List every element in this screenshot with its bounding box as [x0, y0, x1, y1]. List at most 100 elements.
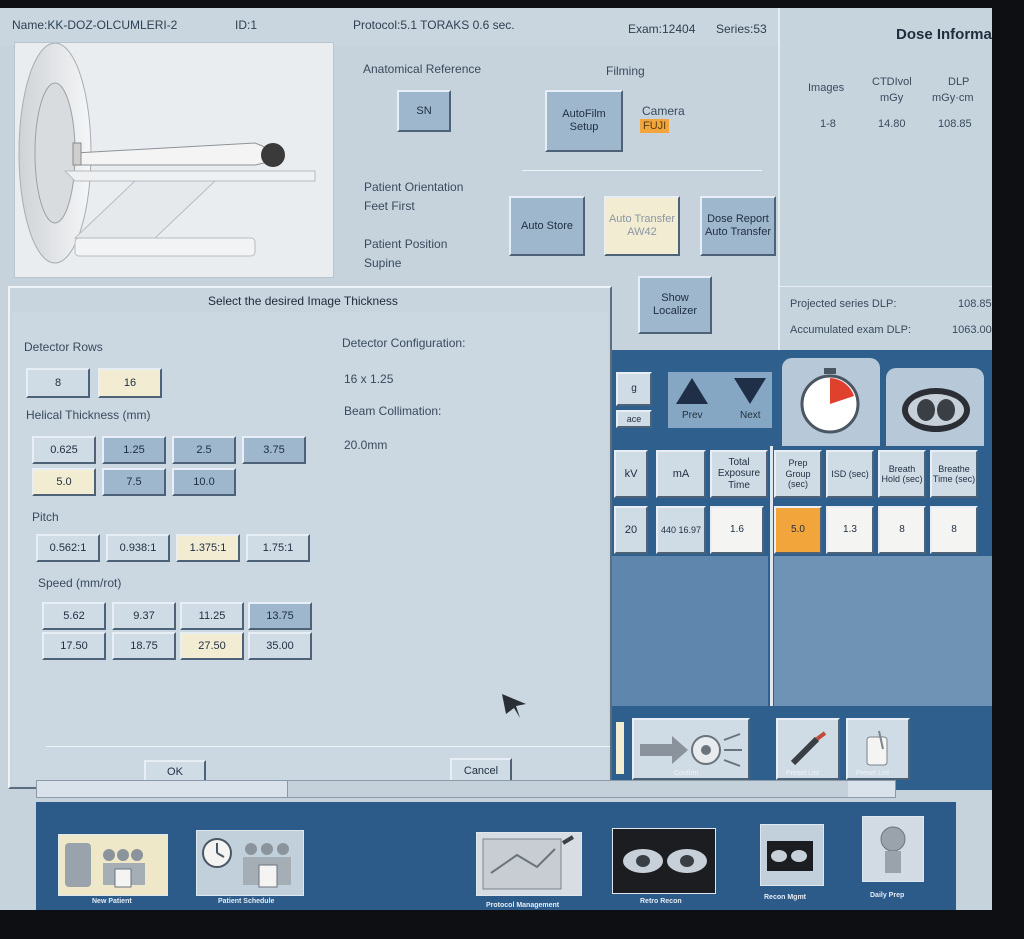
divider	[780, 286, 992, 287]
speed-2750[interactable]: 27.50	[180, 632, 244, 660]
preset-list-button-2[interactable]: Preset List	[846, 718, 910, 780]
horizontal-scrollbar[interactable]	[36, 780, 896, 798]
camera-value[interactable]: FUJI	[640, 119, 670, 133]
projected-series-dlp-value: 108.85	[958, 298, 992, 310]
isd-value[interactable]: 1.3	[826, 506, 874, 554]
dose-col-ctdi-unit: mGy	[880, 92, 904, 104]
anatomical-reference-button[interactable]: SN	[397, 90, 451, 132]
new-patient-icon	[65, 843, 145, 888]
col-ma-header: mA	[656, 450, 706, 498]
confirm-button[interactable]: Confirm	[632, 718, 750, 780]
detector-rows-16[interactable]: 16	[98, 368, 162, 398]
ma-value[interactable]: 440 16.97	[656, 506, 706, 554]
scrollbar-thumb[interactable]	[287, 781, 848, 797]
helical-0625[interactable]: 0.625	[32, 436, 96, 464]
divider	[46, 746, 610, 747]
dose-col-dlp-unit: mGy·cm	[932, 92, 974, 104]
recon-mgmt-icon	[767, 841, 813, 871]
breath-timer-tab[interactable]	[782, 358, 880, 446]
scanner-gantry-icon	[18, 42, 316, 264]
retro-recon-label: Retro Recon	[640, 898, 682, 905]
next-arrow-icon[interactable]	[732, 376, 768, 406]
col-total-exposure-header: Total Exposure Time	[710, 450, 768, 498]
auto-store-button[interactable]: Auto Store	[509, 196, 585, 256]
detector-rows-8[interactable]: 8	[26, 368, 90, 398]
lung-image-tab[interactable]	[886, 368, 984, 446]
dose-report-auto-transfer-button[interactable]: Dose Report Auto Transfer	[700, 196, 776, 256]
patient-orientation-label: Patient Orientation	[364, 180, 464, 194]
camera-label: Camera	[642, 104, 685, 118]
helical-125[interactable]: 1.25	[102, 436, 166, 464]
oral-contrast-cup-icon	[866, 730, 888, 766]
helical-50[interactable]: 5.0	[32, 468, 96, 496]
accumulated-exam-dlp-label: Accumulated exam DLP:	[790, 324, 912, 336]
speed-1750[interactable]: 17.50	[42, 632, 106, 660]
speed-label: Speed (mm/rot)	[38, 576, 122, 590]
speed-1375[interactable]: 13.75	[248, 602, 312, 630]
lung-ct-icon	[902, 388, 970, 432]
autofilm-setup-button[interactable]: AutoFilm Setup	[545, 90, 623, 152]
scan-panel-left-body	[612, 556, 768, 706]
col-breath-hold-header: Breath Hold (sec)	[878, 450, 926, 498]
new-patient-button[interactable]	[58, 834, 168, 896]
preset-list-button-1[interactable]: Preset List	[776, 718, 840, 780]
prev-label: Prev	[682, 410, 703, 421]
patient-position-illustration	[14, 42, 334, 278]
patient-orientation-value: Feet First	[364, 199, 415, 213]
daily-prep-button[interactable]	[862, 816, 924, 882]
dose-information-panel: Dose Information Images CTDIvol mGy DLP …	[778, 8, 992, 350]
confirm-label: Confirm	[674, 770, 699, 777]
prev-arrow-icon[interactable]	[674, 376, 710, 406]
protocol-management-label: Protocol Management	[486, 902, 560, 909]
helical-375[interactable]: 3.75	[242, 436, 306, 464]
auto-transfer-button[interactable]: Auto Transfer AW42	[604, 196, 680, 256]
daily-prep-label: Daily Prep	[870, 892, 905, 899]
ct-console-screen: Name:KK-DOZ-OLCUMLERI-2 ID:1 Protocol:5.…	[0, 8, 992, 910]
breath-hold-value[interactable]: 8	[878, 506, 926, 554]
breathe-time-value[interactable]: 8	[930, 506, 978, 554]
projected-series-dlp-label: Projected series DLP:	[790, 298, 897, 310]
col-prep-group-header: Prep Group (sec)	[774, 450, 822, 498]
patient-name: Name:KK-DOZ-OLCUMLERI-2	[12, 18, 178, 32]
show-localizer-button[interactable]: Show Localizer	[638, 276, 712, 334]
tab-partial-top[interactable]: g	[616, 372, 652, 406]
confirm-edge	[616, 722, 624, 774]
pitch-175[interactable]: 1.75:1	[246, 534, 310, 562]
helical-75[interactable]: 7.5	[102, 468, 166, 496]
patient-schedule-icon	[202, 838, 291, 888]
dose-title: Dose Information	[896, 26, 992, 43]
dose-row-dlp: 108.85	[938, 118, 972, 130]
pitch-0938[interactable]: 0.938:1	[106, 534, 170, 562]
pitch-1375[interactable]: 1.375:1	[176, 534, 240, 562]
retro-recon-button[interactable]	[612, 828, 716, 894]
tab-partial-bottom[interactable]: ace	[616, 410, 652, 428]
detector-config-label: Detector Configuration:	[342, 336, 466, 350]
pitch-0562[interactable]: 0.562:1	[36, 534, 100, 562]
speed-562[interactable]: 5.62	[42, 602, 106, 630]
speed-1125[interactable]: 11.25	[180, 602, 244, 630]
preset-list-label-2: Preset List	[856, 770, 890, 777]
speed-3500[interactable]: 35.00	[248, 632, 312, 660]
speed-1875[interactable]: 18.75	[112, 632, 176, 660]
exam-number: Exam:12404	[628, 22, 696, 36]
detector-config-value: 16 x 1.25	[344, 372, 394, 386]
col-breathe-time-header: Breathe Time (sec)	[930, 450, 978, 498]
total-exposure-value[interactable]: 1.6	[710, 506, 764, 554]
gantry-move-icon	[640, 733, 742, 767]
protocol-management-button[interactable]	[476, 832, 582, 896]
detector-rows-label: Detector Rows	[24, 340, 103, 354]
helical-100[interactable]: 10.0	[172, 468, 236, 496]
kv-value[interactable]: 20	[614, 506, 648, 554]
helical-25[interactable]: 2.5	[172, 436, 236, 464]
daily-prep-icon	[880, 826, 906, 873]
bottom-taskbar: New Patient Patient Schedule Protocol Ma…	[36, 802, 956, 910]
patient-schedule-button[interactable]	[196, 830, 304, 896]
prep-group-value[interactable]: 5.0	[774, 506, 822, 554]
col-isd-header: ISD (sec)	[826, 450, 874, 498]
new-patient-label: New Patient	[92, 898, 132, 905]
speed-937[interactable]: 9.37	[112, 602, 176, 630]
stopwatch-icon	[800, 368, 860, 434]
recon-mgmt-button[interactable]	[760, 824, 824, 886]
next-label: Next	[740, 410, 761, 421]
patient-position-value: Supine	[364, 256, 402, 270]
